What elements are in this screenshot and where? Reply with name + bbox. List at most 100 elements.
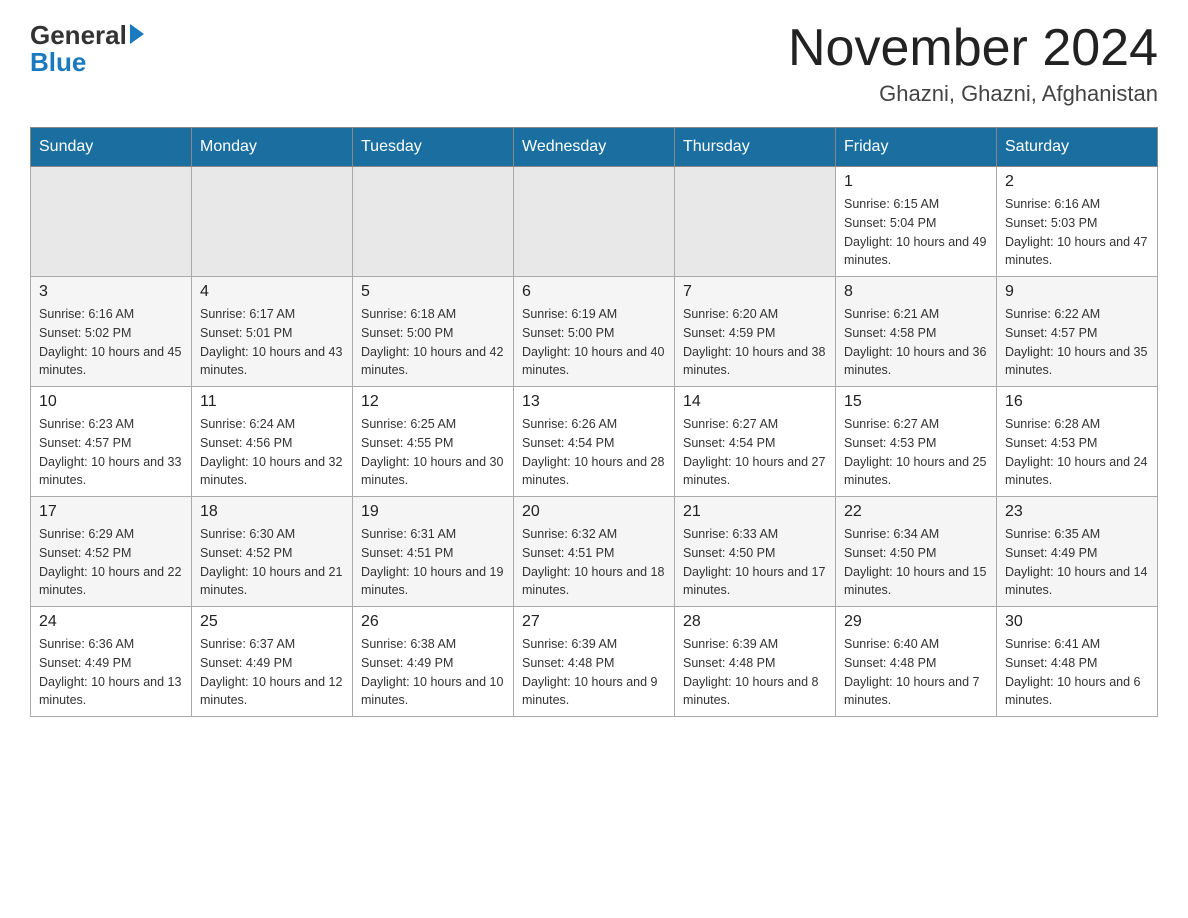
- day-number: 18: [200, 503, 344, 521]
- calendar-header-thursday: Thursday: [675, 128, 836, 167]
- calendar-day-cell: 28Sunrise: 6:39 AMSunset: 4:48 PMDayligh…: [675, 607, 836, 717]
- day-number: 22: [844, 503, 988, 521]
- day-number: 29: [844, 613, 988, 631]
- day-number: 3: [39, 283, 183, 301]
- calendar-header-friday: Friday: [836, 128, 997, 167]
- day-number: 20: [522, 503, 666, 521]
- calendar-header-sunday: Sunday: [31, 128, 192, 167]
- calendar-day-cell: 25 Sunrise: 6:37 AMSunset: 4:49 PMDayligh…: [192, 607, 353, 717]
- calendar-table: SundayMondayTuesdayWednesdayThursdayFrid…: [30, 127, 1158, 717]
- day-info: Sunrise: 6:32 AMSunset: 4:51 PMDaylight:…: [522, 525, 666, 600]
- calendar-day-cell: 20 Sunrise: 6:32 AMSunset: 4:51 PMDayligh…: [514, 497, 675, 607]
- day-info: Sunrise: 6:38 AMSunset: 4:49 PMDaylight:…: [361, 635, 505, 710]
- day-info: Sunrise: 6:25 AMSunset: 4:55 PMDaylight:…: [361, 415, 505, 490]
- day-number: 1: [844, 173, 988, 191]
- day-info: Sunrise: 6:39 AMSunset: 4:48 PMDaylight:…: [522, 635, 666, 710]
- calendar-day-cell: [514, 167, 675, 277]
- calendar-header-saturday: Saturday: [997, 128, 1158, 167]
- day-number: 30: [1005, 613, 1149, 631]
- logo-blue-text: Blue: [30, 47, 86, 78]
- calendar-day-cell: 15 Sunrise: 6:27 AMSunset: 4:53 PMDayligh…: [836, 387, 997, 497]
- calendar-day-cell: 22 Sunrise: 6:34 AMSunset: 4:50 PMDayligh…: [836, 497, 997, 607]
- logo: General Blue: [30, 20, 144, 78]
- calendar-day-cell: 12 Sunrise: 6:25 AMSunset: 4:55 PMDayligh…: [353, 387, 514, 497]
- calendar-day-cell: 13 Sunrise: 6:26 AMSunset: 4:54 PMDayligh…: [514, 387, 675, 497]
- calendar-header-tuesday: Tuesday: [353, 128, 514, 167]
- day-number: 9: [1005, 283, 1149, 301]
- calendar-day-cell: [353, 167, 514, 277]
- day-number: 24: [39, 613, 183, 631]
- calendar-day-cell: 29 Sunrise: 6:40 AMSunset: 4:48 PMDayligh…: [836, 607, 997, 717]
- day-info: Sunrise: 6:20 AMSunset: 4:59 PMDaylight:…: [683, 305, 827, 380]
- title-section: November 2024 Ghazni, Ghazni, Afghanista…: [788, 20, 1158, 107]
- day-info: Sunrise: 6:41 AMSunset: 4:48 PMDaylight:…: [1005, 635, 1149, 710]
- day-number: 4: [200, 283, 344, 301]
- calendar-day-cell: 7 Sunrise: 6:20 AMSunset: 4:59 PMDaylight…: [675, 277, 836, 387]
- day-info: Sunrise: 6:19 AMSunset: 5:00 PMDaylight:…: [522, 305, 666, 380]
- day-info: Sunrise: 6:27 AMSunset: 4:53 PMDaylight:…: [844, 415, 988, 490]
- calendar-day-cell: 23 Sunrise: 6:35 AMSunset: 4:49 PMDayligh…: [997, 497, 1158, 607]
- day-number: 7: [683, 283, 827, 301]
- calendar-day-cell: 21 Sunrise: 6:33 AMSunset: 4:50 PMDayligh…: [675, 497, 836, 607]
- day-number: 15: [844, 393, 988, 411]
- calendar-week-row: 3 Sunrise: 6:16 AMSunset: 5:02 PMDaylight…: [31, 277, 1158, 387]
- day-number: 12: [361, 393, 505, 411]
- day-number: 25: [200, 613, 344, 631]
- day-number: 23: [1005, 503, 1149, 521]
- day-info: Sunrise: 6:23 AMSunset: 4:57 PMDaylight:…: [39, 415, 183, 490]
- day-info: Sunrise: 6:17 AMSunset: 5:01 PMDaylight:…: [200, 305, 344, 380]
- day-info: Sunrise: 6:18 AMSunset: 5:00 PMDaylight:…: [361, 305, 505, 380]
- day-number: 2: [1005, 173, 1149, 191]
- month-title: November 2024: [788, 20, 1158, 77]
- calendar-day-cell: 14Sunrise: 6:27 AMSunset: 4:54 PMDayligh…: [675, 387, 836, 497]
- calendar-day-cell: 27Sunrise: 6:39 AMSunset: 4:48 PMDayligh…: [514, 607, 675, 717]
- day-info: Sunrise: 6:36 AMSunset: 4:49 PMDaylight:…: [39, 635, 183, 710]
- day-number: 10: [39, 393, 183, 411]
- calendar-day-cell: 9Sunrise: 6:22 AMSunset: 4:57 PMDaylight…: [997, 277, 1158, 387]
- calendar-day-cell: 8 Sunrise: 6:21 AMSunset: 4:58 PMDaylight…: [836, 277, 997, 387]
- calendar-week-row: 10 Sunrise: 6:23 AMSunset: 4:57 PMDayligh…: [31, 387, 1158, 497]
- day-info: Sunrise: 6:31 AMSunset: 4:51 PMDaylight:…: [361, 525, 505, 600]
- calendar-week-row: 17Sunrise: 6:29 AMSunset: 4:52 PMDayligh…: [31, 497, 1158, 607]
- day-number: 8: [844, 283, 988, 301]
- calendar-header-monday: Monday: [192, 128, 353, 167]
- calendar-day-cell: [675, 167, 836, 277]
- calendar-day-cell: 1Sunrise: 6:15 AMSunset: 5:04 PMDaylight…: [836, 167, 997, 277]
- calendar-day-cell: 17Sunrise: 6:29 AMSunset: 4:52 PMDayligh…: [31, 497, 192, 607]
- calendar-day-cell: 11 Sunrise: 6:24 AMSunset: 4:56 PMDayligh…: [192, 387, 353, 497]
- day-info: Sunrise: 6:37 AMSunset: 4:49 PMDaylight:…: [200, 635, 344, 710]
- calendar-day-cell: 19Sunrise: 6:31 AMSunset: 4:51 PMDayligh…: [353, 497, 514, 607]
- day-info: Sunrise: 6:24 AMSunset: 4:56 PMDaylight:…: [200, 415, 344, 490]
- calendar-day-cell: [192, 167, 353, 277]
- day-info: Sunrise: 6:40 AMSunset: 4:48 PMDaylight:…: [844, 635, 988, 710]
- calendar-day-cell: 24 Sunrise: 6:36 AMSunset: 4:49 PMDayligh…: [31, 607, 192, 717]
- calendar-day-cell: 10 Sunrise: 6:23 AMSunset: 4:57 PMDayligh…: [31, 387, 192, 497]
- day-number: 6: [522, 283, 666, 301]
- calendar-day-cell: [31, 167, 192, 277]
- day-number: 16: [1005, 393, 1149, 411]
- location-label: Ghazni, Ghazni, Afghanistan: [788, 81, 1158, 107]
- day-number: 21: [683, 503, 827, 521]
- calendar-day-cell: 18 Sunrise: 6:30 AMSunset: 4:52 PMDayligh…: [192, 497, 353, 607]
- day-info: Sunrise: 6:34 AMSunset: 4:50 PMDaylight:…: [844, 525, 988, 600]
- day-info: Sunrise: 6:29 AMSunset: 4:52 PMDaylight:…: [39, 525, 183, 600]
- day-number: 26: [361, 613, 505, 631]
- day-info: Sunrise: 6:27 AMSunset: 4:54 PMDaylight:…: [683, 415, 827, 490]
- day-info: Sunrise: 6:26 AMSunset: 4:54 PMDaylight:…: [522, 415, 666, 490]
- day-info: Sunrise: 6:16 AMSunset: 5:03 PMDaylight:…: [1005, 195, 1149, 270]
- day-info: Sunrise: 6:35 AMSunset: 4:49 PMDaylight:…: [1005, 525, 1149, 600]
- calendar-day-cell: 30 Sunrise: 6:41 AMSunset: 4:48 PMDayligh…: [997, 607, 1158, 717]
- calendar-day-cell: 5 Sunrise: 6:18 AMSunset: 5:00 PMDaylight…: [353, 277, 514, 387]
- day-info: Sunrise: 6:33 AMSunset: 4:50 PMDaylight:…: [683, 525, 827, 600]
- day-info: Sunrise: 6:21 AMSunset: 4:58 PMDaylight:…: [844, 305, 988, 380]
- calendar-day-cell: 26 Sunrise: 6:38 AMSunset: 4:49 PMDayligh…: [353, 607, 514, 717]
- calendar-day-cell: 6 Sunrise: 6:19 AMSunset: 5:00 PMDaylight…: [514, 277, 675, 387]
- calendar-day-cell: 4 Sunrise: 6:17 AMSunset: 5:01 PMDaylight…: [192, 277, 353, 387]
- day-info: Sunrise: 6:16 AMSunset: 5:02 PMDaylight:…: [39, 305, 183, 380]
- day-info: Sunrise: 6:30 AMSunset: 4:52 PMDaylight:…: [200, 525, 344, 600]
- calendar-day-cell: 3 Sunrise: 6:16 AMSunset: 5:02 PMDaylight…: [31, 277, 192, 387]
- day-number: 11: [200, 393, 344, 411]
- day-number: 5: [361, 283, 505, 301]
- day-number: 13: [522, 393, 666, 411]
- day-info: Sunrise: 6:28 AMSunset: 4:53 PMDaylight:…: [1005, 415, 1149, 490]
